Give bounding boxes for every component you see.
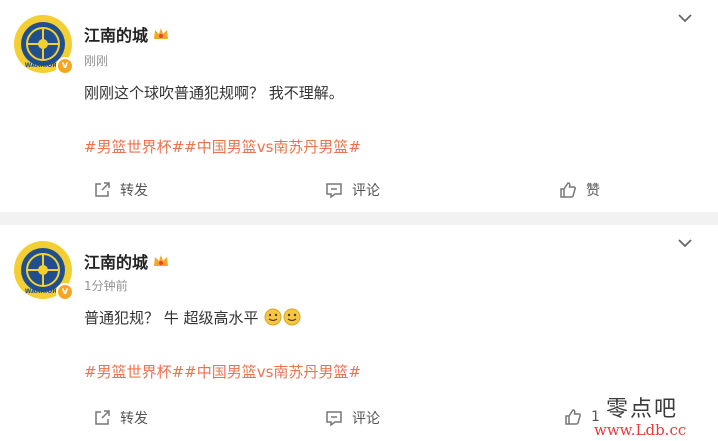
chevron-down-icon[interactable] bbox=[678, 238, 692, 248]
forward-label: 转发 bbox=[120, 183, 148, 199]
smile-emoji-icon bbox=[283, 308, 301, 326]
post-card: WARRIORS v 江南的城 刚刚 刚刚这个球吹普通犯规啊？ 我不理解。 #男… bbox=[0, 0, 718, 212]
comment-icon bbox=[326, 411, 342, 427]
comment-label: 评论 bbox=[352, 411, 380, 427]
verified-badge-icon: v bbox=[56, 283, 74, 301]
like-button[interactable]: 赞 bbox=[559, 180, 600, 200]
watermark-url: www.Ldb.cc bbox=[594, 421, 687, 439]
username-text[interactable]: 江南的城 bbox=[84, 249, 148, 273]
thumbs-up-icon bbox=[560, 182, 576, 198]
forward-button[interactable]: 转发 bbox=[93, 408, 148, 428]
smile-emoji-icon bbox=[264, 308, 282, 326]
avatar[interactable]: WARRIORS v bbox=[14, 241, 74, 301]
verified-badge-icon: v bbox=[56, 57, 74, 75]
forward-icon bbox=[95, 182, 110, 197]
username[interactable]: 江南的城 bbox=[84, 249, 170, 273]
chevron-down-icon[interactable] bbox=[678, 13, 692, 23]
comment-icon bbox=[326, 183, 342, 199]
post-text: 普通犯规？ 牛 超级高水平 bbox=[84, 307, 301, 328]
post-hashtags[interactable]: #男篮世界杯##中国男篮vs南苏丹男篮# bbox=[84, 136, 361, 157]
username[interactable]: 江南的城 bbox=[84, 22, 170, 46]
post-hashtags[interactable]: #男篮世界杯##中国男篮vs南苏丹男篮# bbox=[84, 361, 361, 382]
crown-badge-icon bbox=[154, 255, 169, 266]
comment-button[interactable]: 评论 bbox=[325, 180, 380, 200]
post-text: 刚刚这个球吹普通犯规啊？ 我不理解。 bbox=[84, 84, 344, 102]
forward-icon bbox=[95, 410, 110, 425]
forward-label: 转发 bbox=[120, 411, 148, 427]
comment-button[interactable]: 评论 bbox=[325, 408, 380, 428]
thumbs-up-icon bbox=[565, 409, 581, 425]
like-label: 赞 bbox=[586, 183, 600, 199]
post-text-content: 普通犯规？ 牛 超级高水平 bbox=[84, 309, 259, 327]
forward-button[interactable]: 转发 bbox=[93, 180, 148, 200]
post-time[interactable]: 刚刚 bbox=[84, 52, 108, 69]
watermark: 零点吧 www.Ldb.cc bbox=[592, 385, 718, 441]
watermark-text: 零点吧 bbox=[606, 397, 679, 422]
comment-label: 评论 bbox=[352, 183, 380, 199]
crown-badge-icon bbox=[154, 28, 169, 39]
post-time[interactable]: 1分钟前 bbox=[84, 277, 128, 294]
username-text[interactable]: 江南的城 bbox=[84, 22, 148, 46]
avatar[interactable]: WARRIORS v bbox=[14, 15, 74, 75]
post-actions: 转发 评论 赞 bbox=[0, 168, 718, 208]
